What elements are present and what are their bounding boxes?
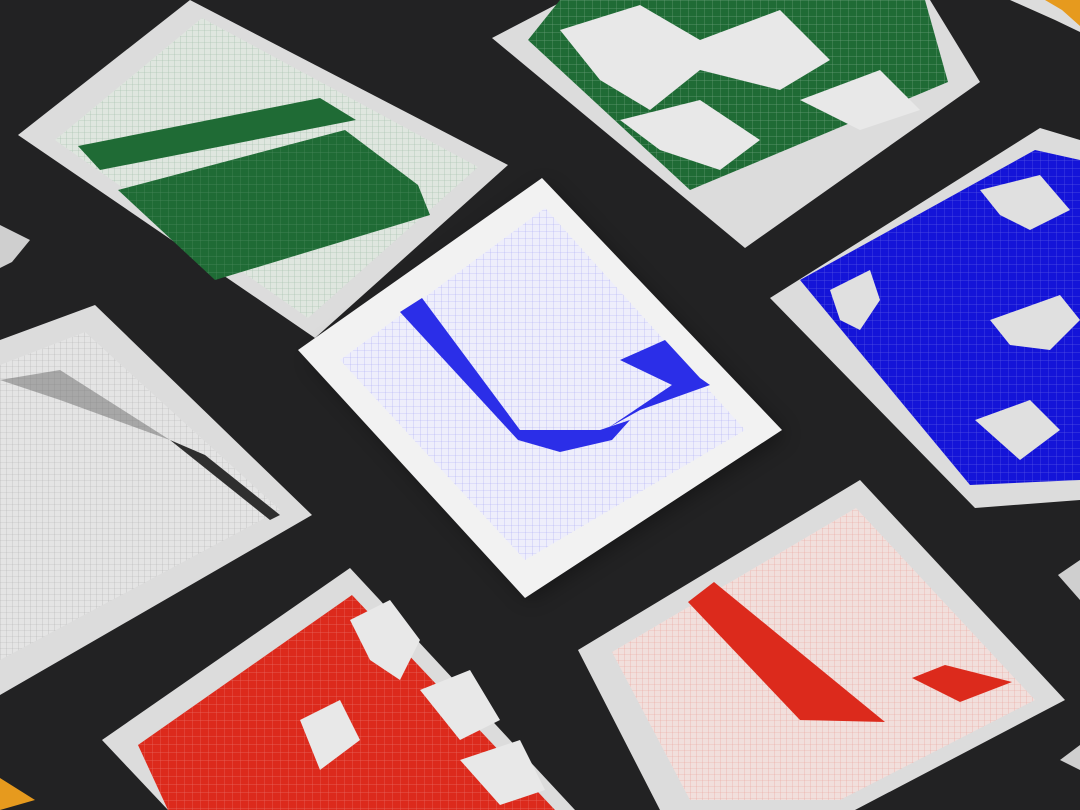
print-pink-shape — [578, 480, 1065, 810]
print-bottom-left-edge — [0, 778, 35, 810]
print-right-edge — [1058, 560, 1080, 770]
print-left-edge — [0, 225, 30, 268]
photo-scene — [0, 0, 1080, 810]
print-orange-corner — [1010, 0, 1080, 32]
art-prints-layer — [0, 0, 1080, 810]
print-red-glitch — [102, 568, 575, 810]
